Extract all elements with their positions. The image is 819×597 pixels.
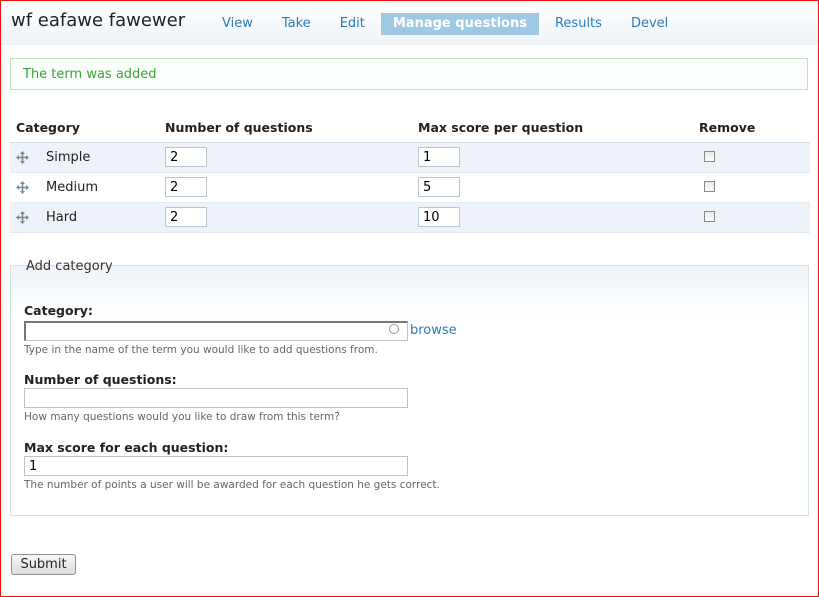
max-score-field-description: The number of points a user will be awar…	[24, 479, 440, 491]
table-header: Category Number of questions Max score p…	[10, 115, 810, 143]
max-score-field[interactable]	[24, 456, 408, 476]
submit-button[interactable]: Submit	[11, 554, 76, 575]
column-header-number: Number of questions	[165, 120, 313, 135]
tab-manage-questions[interactable]: Manage questions	[380, 13, 539, 35]
browse-link[interactable]: browse	[410, 323, 457, 338]
status-message: The term was added	[10, 58, 808, 90]
tab-results[interactable]: Results	[542, 13, 615, 35]
column-header-max-score: Max score per question	[418, 120, 584, 135]
number-field-label: Number of questions:	[24, 372, 177, 387]
number-of-questions-input[interactable]	[165, 177, 207, 197]
autocomplete-throbber-icon	[389, 324, 399, 334]
table-row: Hard	[10, 203, 810, 233]
category-field-description: Type in the name of the term you would l…	[24, 344, 378, 356]
column-header-remove: Remove	[699, 120, 756, 135]
tab-edit[interactable]: Edit	[327, 13, 378, 35]
add-category-fieldset: Add category Category: browse Type in th…	[10, 259, 809, 516]
category-name: Medium	[46, 180, 98, 195]
drag-handle-icon[interactable]	[16, 151, 29, 164]
category-autocomplete-input[interactable]	[24, 321, 408, 341]
table-row: Simple	[10, 143, 810, 173]
tab-view[interactable]: View	[209, 13, 266, 35]
tab-devel[interactable]: Devel	[618, 13, 681, 35]
status-message-text: The term was added	[23, 67, 157, 82]
page-header: wf eafawe fawewer View Take Edit Manage …	[1, 1, 818, 45]
site-title: wf eafawe fawewer	[11, 10, 186, 31]
tab-take[interactable]: Take	[269, 13, 324, 35]
max-score-field-label: Max score for each question:	[24, 440, 229, 455]
category-name: Simple	[46, 150, 91, 165]
column-header-category: Category	[16, 120, 80, 135]
remove-checkbox[interactable]	[704, 181, 715, 192]
number-of-questions-input[interactable]	[165, 207, 207, 227]
fieldset-legend: Add category	[26, 259, 113, 274]
categories-table: Category Number of questions Max score p…	[10, 115, 810, 233]
drag-handle-icon[interactable]	[16, 181, 29, 194]
max-score-input[interactable]	[418, 207, 460, 227]
primary-tabs: View Take Edit Manage questions Results …	[209, 13, 684, 35]
remove-checkbox[interactable]	[704, 151, 715, 162]
table-row: Medium	[10, 173, 810, 203]
max-score-input[interactable]	[418, 147, 460, 167]
category-field-label: Category:	[24, 303, 93, 318]
number-of-questions-field[interactable]	[24, 388, 408, 408]
max-score-input[interactable]	[418, 177, 460, 197]
drag-handle-icon[interactable]	[16, 211, 29, 224]
remove-checkbox[interactable]	[704, 211, 715, 222]
number-field-description: How many questions would you like to dra…	[24, 411, 340, 423]
number-of-questions-input[interactable]	[165, 147, 207, 167]
category-name: Hard	[46, 210, 78, 225]
